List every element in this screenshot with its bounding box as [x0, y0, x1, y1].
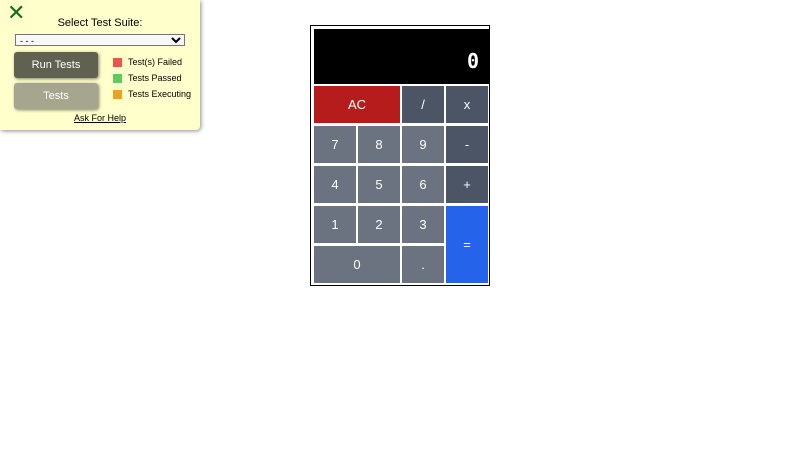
- panel-title: Select Test Suite:: [57, 17, 143, 29]
- legend-item-executing: Tests Executing: [113, 89, 191, 99]
- tests-button[interactable]: Tests: [14, 83, 98, 109]
- executing-swatch: [113, 89, 122, 99]
- ask-for-help-link[interactable]: Ask For Help: [0, 113, 200, 123]
- test-panel: ✕ Select Test Suite: - - - Run Tests Tes…: [0, 0, 200, 130]
- decimal-button[interactable]: .: [402, 246, 444, 283]
- digit-6-button[interactable]: 6: [402, 166, 444, 203]
- digit-7-button[interactable]: 7: [314, 126, 356, 163]
- failed-swatch: [113, 57, 122, 67]
- add-button[interactable]: +: [446, 166, 488, 203]
- subtract-button[interactable]: -: [446, 126, 488, 163]
- legend-label-passed: Tests Passed: [128, 73, 182, 83]
- digit-4-button[interactable]: 4: [314, 166, 356, 203]
- calculator-display: 0: [314, 29, 489, 84]
- digit-1-button[interactable]: 1: [314, 206, 356, 243]
- run-tests-button[interactable]: Run Tests: [14, 52, 98, 78]
- legend-item-failed: Test(s) Failed: [113, 57, 182, 67]
- clear-button[interactable]: AC: [314, 86, 400, 123]
- digit-8-button[interactable]: 8: [358, 126, 400, 163]
- passed-swatch: [113, 73, 122, 83]
- legend-label-executing: Tests Executing: [128, 89, 192, 99]
- digit-2-button[interactable]: 2: [358, 206, 400, 243]
- divide-button[interactable]: /: [402, 86, 444, 123]
- multiply-button[interactable]: x: [446, 86, 488, 123]
- digit-0-button[interactable]: 0: [314, 246, 400, 283]
- equals-button[interactable]: =: [446, 206, 488, 283]
- legend-label-failed: Test(s) Failed: [128, 57, 183, 67]
- digit-5-button[interactable]: 5: [358, 166, 400, 203]
- digit-3-button[interactable]: 3: [402, 206, 444, 243]
- digit-9-button[interactable]: 9: [402, 126, 444, 163]
- calculator: 0 AC / x 7 8 9 - 4 5 6 + 1 2 3 = 0 .: [310, 25, 490, 286]
- test-suite-select[interactable]: - - -: [15, 34, 185, 46]
- legend-item-passed: Tests Passed: [113, 73, 182, 83]
